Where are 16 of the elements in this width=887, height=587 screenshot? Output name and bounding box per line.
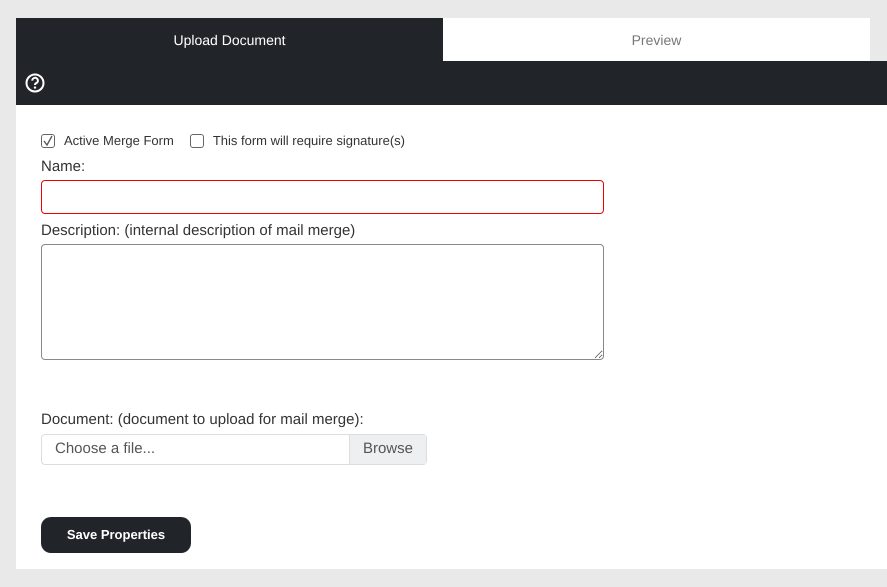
checkbox-label: This form will require signature(s)	[212, 132, 405, 150]
checkbox[interactable]	[190, 134, 204, 148]
field-label: Document: (document to upload for mail merge):	[41, 410, 365, 430]
save-button[interactable]: Save Properties	[41, 516, 191, 552]
file-placeholder: Choose a file...	[54, 438, 156, 459]
description-field[interactable]	[41, 244, 604, 360]
checkbox[interactable]	[41, 134, 55, 148]
tab[interactable]: Preview	[443, 18, 870, 61]
file-field[interactable]: Choose a file... Browse	[41, 434, 427, 464]
field-label: Description: (internal description of mail merge)	[41, 220, 356, 240]
checkbox-label: Active Merge Form	[64, 132, 174, 150]
field-label: Name:	[41, 156, 86, 176]
help-icon[interactable]	[25, 73, 45, 93]
tab[interactable]: Upload Document	[16, 18, 443, 61]
browse-button[interactable]: Browse	[348, 434, 426, 464]
name-field[interactable]	[41, 180, 604, 214]
